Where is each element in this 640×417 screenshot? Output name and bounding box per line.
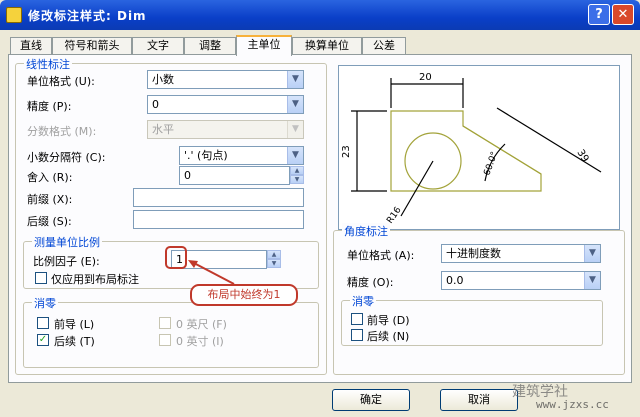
scale-factor-label: 比例因子 (E): — [33, 255, 100, 268]
close-button[interactable]: ✕ — [612, 4, 634, 25]
angular-unit-format-select[interactable]: 十进制度数 ▼ — [441, 244, 601, 263]
decimal-separator-label: 小数分隔符 (C): — [27, 151, 106, 164]
suffix-label: 后缀 (S): — [27, 215, 72, 228]
spin-up-icon[interactable]: ▲ — [290, 166, 304, 175]
preview-angled-edge — [462, 125, 542, 175]
watermark-url: www.jzxs.cc — [536, 398, 609, 411]
zero-feet-checkbox[interactable] — [159, 317, 171, 329]
zero-inches-checkbox[interactable] — [159, 334, 171, 346]
tab-strip: 直线 符号和箭头 文字 调整 主单位 换算单位 公差 — [8, 35, 632, 56]
leading-label: 前导 (L) — [54, 318, 95, 331]
angular-trailing-label: 后续 (N) — [367, 330, 410, 343]
decimal-separator-value: '.' (句点) — [184, 149, 228, 162]
round-off-spinner[interactable]: ▲ ▼ — [290, 166, 304, 185]
tab-alternate-units[interactable]: 换算单位 — [292, 37, 362, 55]
scale-factor-spinner[interactable]: ▲ ▼ — [267, 250, 281, 269]
fraction-format-value: 水平 — [152, 123, 174, 136]
spin-down-icon[interactable]: ▼ — [290, 175, 304, 184]
trailing-label: 后续 (T) — [54, 335, 95, 348]
chevron-down-icon: ▼ — [287, 121, 303, 138]
tab-symbols-arrows[interactable]: 符号和箭头 — [52, 37, 132, 55]
tab-panel: 线性标注 单位格式 (U): 小数 ▼ 精度 (P): 0 ▼ 分数格式 (M)… — [8, 54, 632, 383]
chevron-down-icon: ▼ — [584, 245, 600, 262]
angular-precision-label: 精度 (O): — [347, 276, 394, 289]
angular-leading-label: 前导 (D) — [367, 314, 410, 327]
ok-button[interactable]: 确定 — [332, 389, 410, 411]
fraction-format-select[interactable]: 水平 ▼ — [147, 120, 304, 139]
callout-arrow — [188, 260, 235, 285]
preview-outline — [390, 110, 542, 192]
chevron-down-icon: ▼ — [287, 147, 303, 164]
angular-leading-checkbox[interactable] — [351, 313, 363, 325]
spin-up-icon[interactable]: ▲ — [267, 250, 281, 259]
tab-tolerances[interactable]: 公差 — [362, 37, 406, 55]
unit-format-value: 小数 — [152, 73, 174, 86]
round-off-label: 舍入 (R): — [27, 171, 73, 184]
angular-unit-format-value: 十进制度数 — [446, 247, 501, 260]
app-icon — [6, 7, 22, 23]
angular-precision-select[interactable]: 0.0 ▼ — [441, 271, 601, 290]
scale-group-title: 测量单位比例 — [32, 234, 102, 250]
dim-top-text: 20 — [419, 72, 432, 83]
dim-right-line — [496, 107, 602, 173]
precision-label: 精度 (P): — [27, 100, 72, 113]
dim-right-text: 39 — [574, 148, 590, 165]
cancel-button[interactable]: 取消 — [440, 389, 518, 411]
window-title: 修改标注样式: Dim — [28, 9, 147, 23]
decimal-separator-select[interactable]: '.' (句点) ▼ — [179, 146, 304, 165]
suffix-input[interactable] — [133, 210, 304, 229]
prefix-label: 前缀 (X): — [27, 193, 73, 206]
angular-precision-value: 0.0 — [446, 274, 464, 287]
prefix-input[interactable] — [133, 188, 304, 207]
chevron-down-icon: ▼ — [287, 71, 303, 88]
fraction-format-label: 分数格式 (M): — [27, 125, 97, 138]
help-button[interactable]: ? — [588, 4, 610, 25]
spin-down-icon[interactable]: ▼ — [267, 259, 281, 268]
trailing-checkbox[interactable]: ✓ — [37, 334, 49, 346]
annotation-callout: 布局中始终为1 — [190, 284, 298, 306]
layout-only-label: 仅应用到布局标注 — [51, 273, 139, 286]
precision-value: 0 — [152, 98, 159, 111]
dim-angle-text: 60.0° — [482, 151, 500, 177]
angular-zero-title: 消零 — [350, 293, 376, 309]
angular-trailing-checkbox[interactable] — [351, 329, 363, 341]
linear-group-title: 线性标注 — [24, 56, 72, 72]
title-bar: 修改标注样式: Dim ? ✕ — [0, 0, 640, 30]
scale-factor-highlight — [165, 246, 187, 269]
dim-left-text: 23 — [341, 145, 352, 158]
chevron-down-icon: ▼ — [287, 96, 303, 113]
dimension-preview-drawing: 20 23 39 60.0° R16 — [341, 72, 602, 226]
unit-format-select[interactable]: 小数 ▼ — [147, 70, 304, 89]
layout-only-checkbox[interactable] — [35, 272, 47, 284]
angular-unit-format-label: 单位格式 (A): — [347, 249, 415, 262]
tab-primary-units[interactable]: 主单位 — [236, 35, 292, 56]
preview-panel: 20 23 39 60.0° R16 — [338, 65, 620, 230]
round-off-input[interactable]: 0 — [179, 166, 290, 185]
tab-text[interactable]: 文字 — [132, 37, 184, 55]
zero-group-title: 消零 — [32, 295, 58, 311]
chevron-down-icon: ▼ — [584, 272, 600, 289]
unit-format-label: 单位格式 (U): — [27, 75, 95, 88]
tab-lines[interactable]: 直线 — [10, 37, 52, 55]
zero-feet-label: 0 英尺 (F) — [176, 318, 227, 331]
leading-checkbox[interactable] — [37, 317, 49, 329]
precision-select[interactable]: 0 ▼ — [147, 95, 304, 114]
zero-inches-label: 0 英寸 (I) — [176, 335, 224, 348]
angular-group-title: 角度标注 — [342, 223, 390, 239]
tab-fit[interactable]: 调整 — [184, 37, 236, 55]
